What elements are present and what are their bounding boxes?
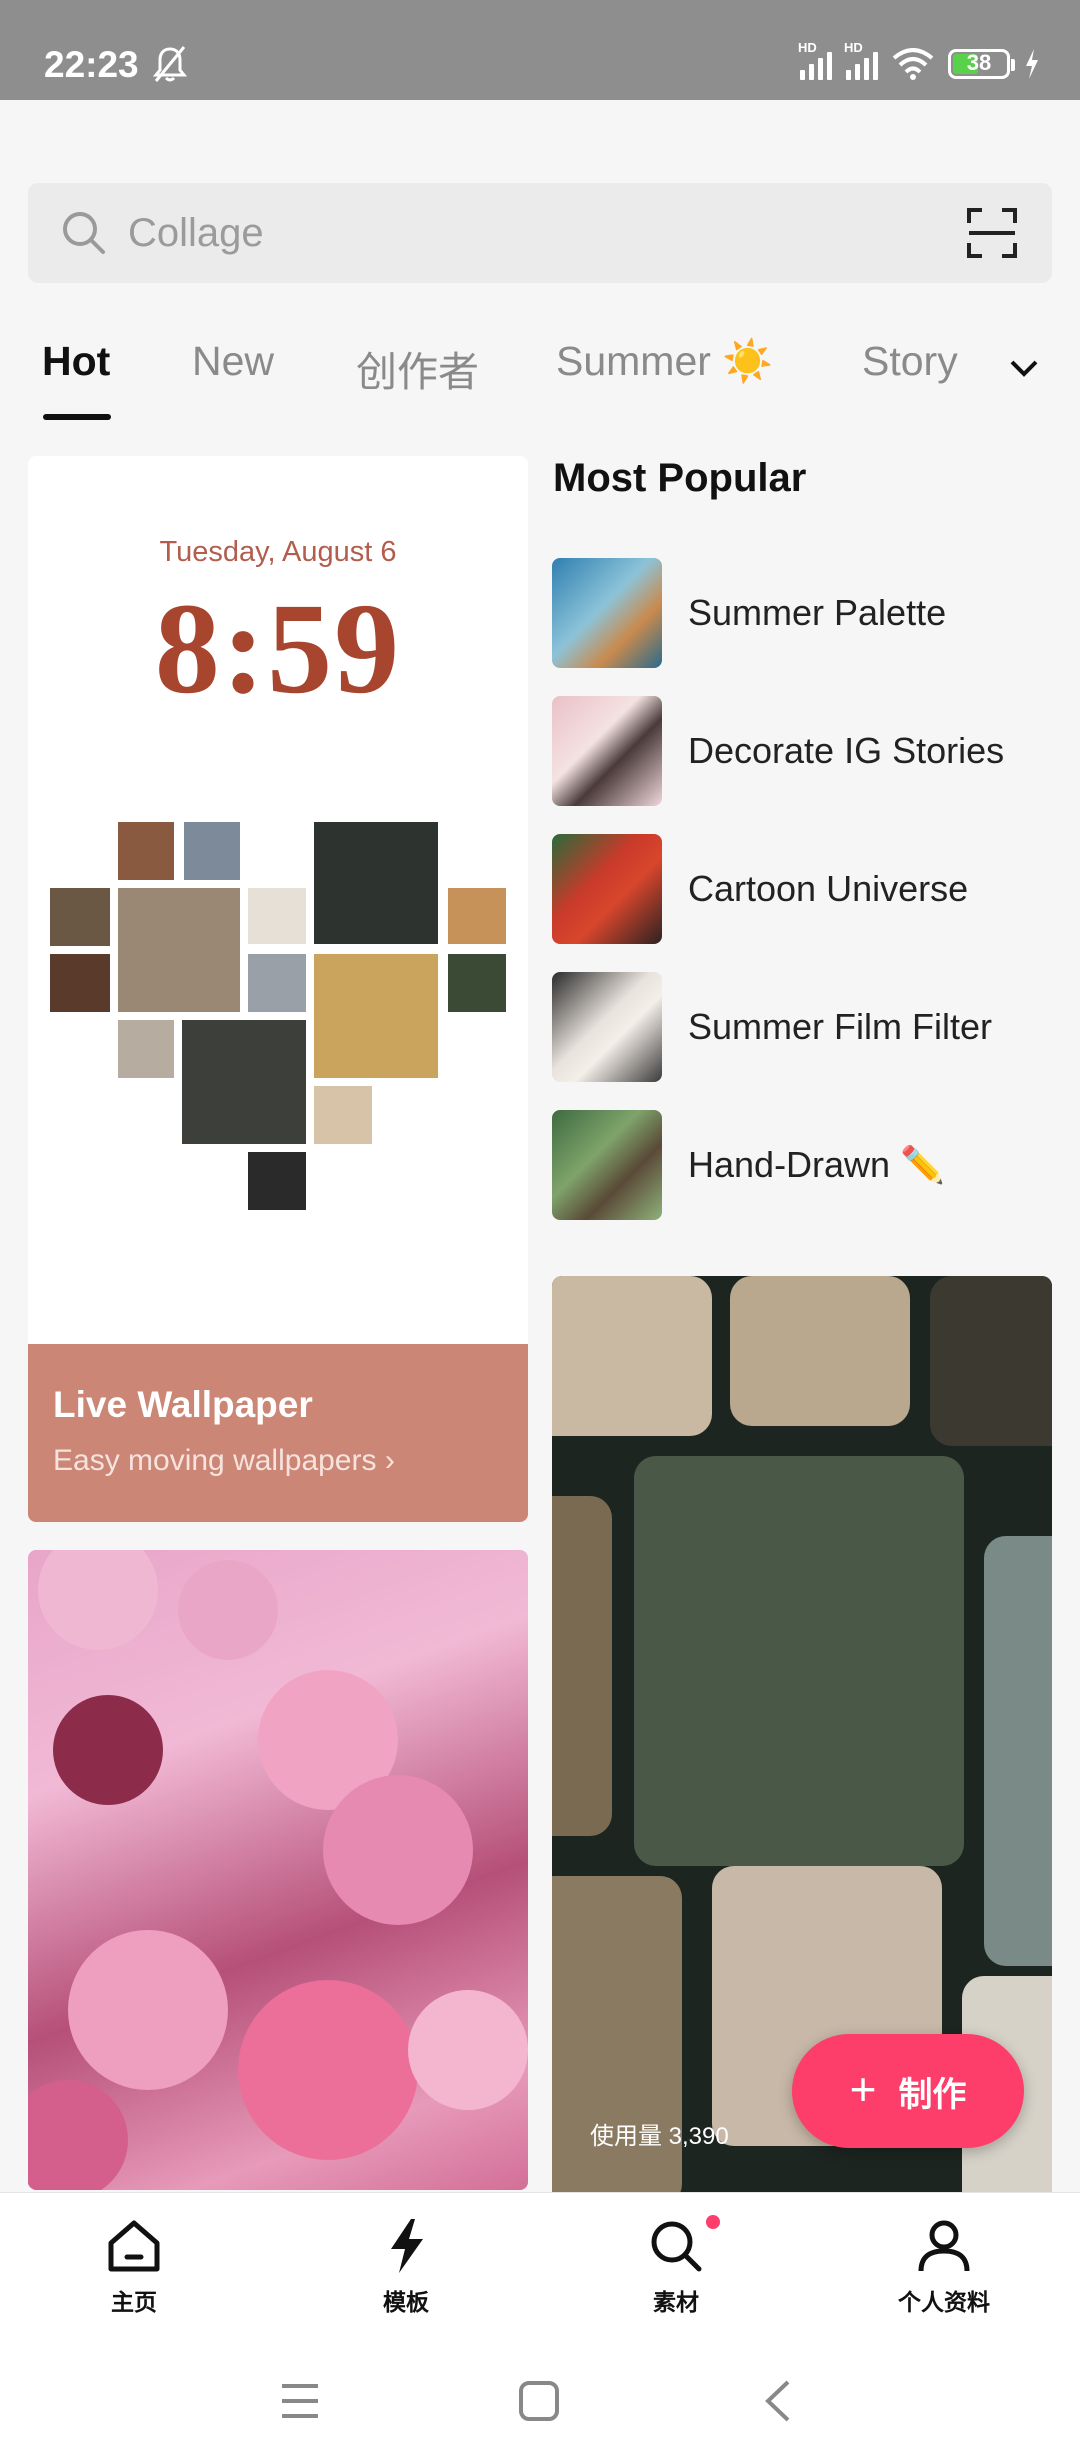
tab-active-indicator (43, 414, 111, 420)
nav-profile[interactable]: 个人资料 (874, 2217, 1014, 2317)
nav-home-label: 主页 (111, 2289, 157, 2315)
back-icon[interactable] (762, 2378, 792, 2424)
plus-icon: + (849, 2063, 877, 2115)
search-placeholder[interactable]: Collage (128, 211, 264, 256)
wallpaper-clock: 8:59 (154, 577, 402, 721)
popular-item-label: Summer Film Filter (688, 1006, 992, 1047)
popular-item[interactable]: Cartoon Universe (552, 834, 1062, 944)
search-icon (651, 2221, 702, 2272)
nav-materials[interactable]: 素材 (606, 2217, 746, 2317)
popular-thumbnail (552, 1110, 662, 1220)
signal-icon-2: HD (844, 40, 878, 80)
tab-summer[interactable]: Summer ☀️ (556, 338, 773, 386)
live-wallpaper-subtitle[interactable]: Easy moving wallpapers › (53, 1444, 395, 1478)
person-icon (918, 2220, 970, 2272)
peony-template-card[interactable] (28, 1550, 528, 2190)
popular-item-label: Cartoon Universe (688, 868, 969, 909)
popular-item-label: Summer Palette (688, 592, 947, 633)
lightning-icon (391, 2219, 423, 2273)
signal-icon: HD (798, 40, 832, 80)
tab-creators[interactable]: 创作者 (356, 338, 479, 398)
most-popular-title: Most Popular (553, 456, 807, 500)
status-time: 22:23 (44, 44, 139, 85)
battery-icon: 38 (948, 49, 1015, 79)
tab-story[interactable]: Story (862, 338, 958, 385)
popular-item[interactable]: Decorate IG Stories (552, 696, 1062, 806)
create-button-label: 制作 (898, 2075, 967, 2114)
peony-image (28, 1550, 528, 2190)
system-navigation (0, 2342, 1080, 2460)
popular-thumbnail (552, 558, 662, 668)
popular-item[interactable]: Summer Palette (552, 558, 1062, 668)
popular-thumbnail (552, 972, 662, 1082)
home-icon (108, 2220, 160, 2272)
nav-templates[interactable]: 模板 (336, 2217, 476, 2317)
popular-item-label: Decorate IG Stories (688, 730, 1005, 771)
usage-count: 使用量 3,390 (590, 2123, 729, 2150)
live-wallpaper-footer[interactable]: Live Wallpaper Easy moving wallpapers › (28, 1344, 528, 1522)
nav-home[interactable]: 主页 (64, 2217, 204, 2317)
live-wallpaper-title: Live Wallpaper (53, 1384, 313, 1425)
wifi-icon (892, 48, 934, 80)
search-bar[interactable]: Collage (28, 183, 1052, 283)
popular-item[interactable]: Hand-Drawn ✏️ (552, 1110, 1062, 1220)
nav-profile-label: 个人资料 (898, 2289, 990, 2315)
popular-item[interactable]: Summer Film Filter (552, 972, 1062, 1082)
nav-materials-label: 素材 (653, 2289, 699, 2315)
home-square-icon[interactable] (518, 2380, 560, 2422)
category-tabs: Hot New 创作者 Summer ☀️ Story (0, 330, 1080, 420)
chevron-down-icon[interactable] (1006, 350, 1042, 386)
popular-thumbnail (552, 696, 662, 806)
tab-new[interactable]: New (192, 338, 274, 385)
wallpaper-date: Tuesday, August 6 (159, 536, 397, 568)
live-wallpaper-card[interactable]: Tuesday, August 6 8:59 Live Wallpaper Ea… (28, 456, 528, 1522)
notification-dot (706, 2215, 720, 2229)
popular-thumbnail (552, 834, 662, 944)
menu-icon[interactable] (280, 2382, 320, 2420)
nav-templates-label: 模板 (383, 2289, 429, 2315)
bottom-navigation: 主页 模板 素材 个人资料 (0, 2192, 1080, 2343)
search-icon (63, 212, 105, 254)
create-button[interactable]: + 制作 (792, 2034, 1024, 2148)
scan-icon[interactable] (966, 207, 1018, 259)
charging-icon (1026, 49, 1038, 79)
bell-muted-icon (152, 46, 188, 82)
popular-item-label: Hand-Drawn ✏️ (688, 1144, 945, 1185)
tab-hot[interactable]: Hot (42, 338, 110, 385)
status-bar: 22:23 HD HD 38 (0, 0, 1080, 100)
